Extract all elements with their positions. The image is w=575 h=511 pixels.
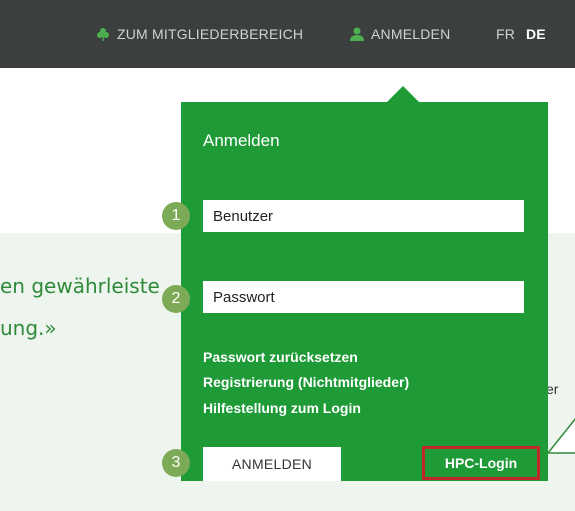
hpc-login-button[interactable]: HPC-Login <box>422 446 540 480</box>
language-fr[interactable]: FR <box>496 0 515 68</box>
background-quote-line-1: en gewährleiste <box>0 274 160 298</box>
dropdown-caret <box>386 86 420 103</box>
members-area-label: ZUM MITGLIEDERBEREICH <box>117 26 304 42</box>
register-link[interactable]: Registrierung (Nichtmitglieder) <box>203 374 409 390</box>
step-marker-3: 3 <box>162 449 190 477</box>
language-de[interactable]: DE <box>526 0 546 68</box>
login-help-link[interactable]: Hilfestellung zum Login <box>203 400 361 416</box>
login-title: Anmelden <box>203 131 280 150</box>
reset-password-link[interactable]: Passwort zurücksetzen <box>203 349 358 365</box>
top-nav-bar: ZUM MITGLIEDERBEREICH ANMELDEN FR DE <box>0 0 575 68</box>
login-nav-label: ANMELDEN <box>371 26 451 42</box>
user-icon <box>350 27 364 41</box>
username-input[interactable] <box>203 200 524 232</box>
login-nav-link[interactable]: ANMELDEN <box>350 0 450 68</box>
login-submit-button[interactable]: ANMELDEN <box>203 447 341 481</box>
password-input[interactable] <box>203 281 524 313</box>
background-quote-line-2: ung.» <box>0 316 57 340</box>
clover-icon <box>96 27 110 41</box>
step-marker-2: 2 <box>162 285 190 313</box>
members-area-link[interactable]: ZUM MITGLIEDERBEREICH <box>96 0 303 68</box>
step-marker-1: 1 <box>162 202 190 230</box>
